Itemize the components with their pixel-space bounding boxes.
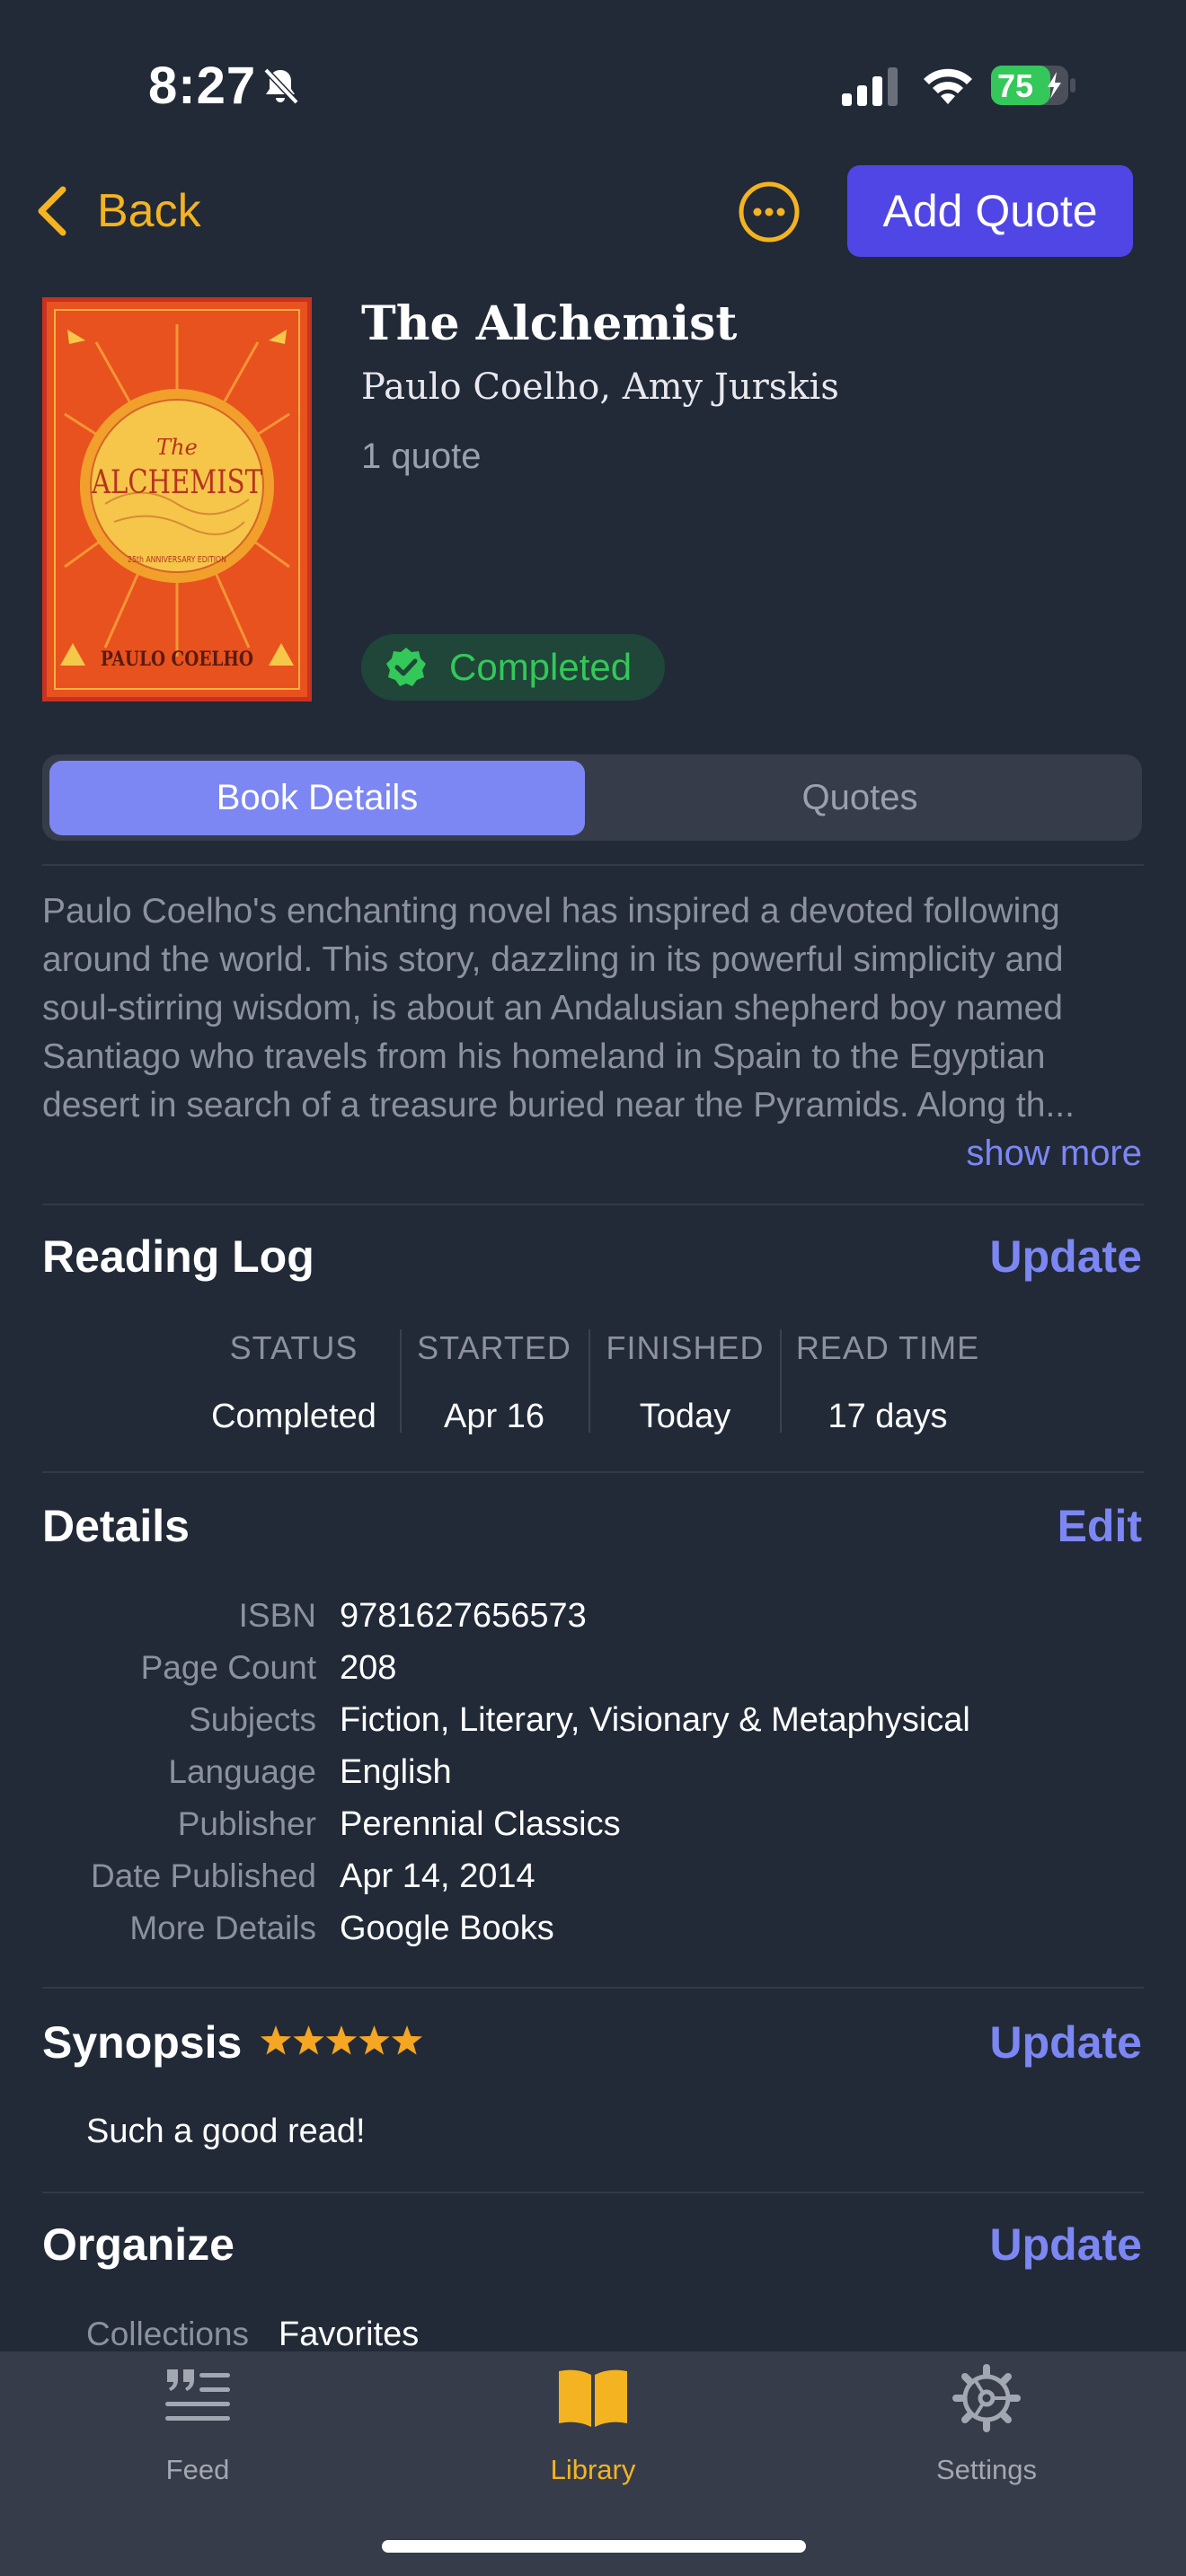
log-status-value: Completed xyxy=(211,1398,376,1435)
bell-slash-icon xyxy=(263,67,299,105)
wifi-icon xyxy=(924,68,972,104)
star-icon xyxy=(391,2025,423,2055)
details-edit-button[interactable]: Edit xyxy=(1058,1500,1142,1552)
divider xyxy=(42,1471,1144,1473)
tab-library-label: Library xyxy=(550,2454,636,2485)
cover-edition: 25th ANNIVERSARY EDITION xyxy=(128,555,226,565)
details-title: Details xyxy=(42,1501,190,1551)
detail-label-isbn: ISBN xyxy=(238,1597,316,1634)
log-read-time-value: 17 days xyxy=(828,1398,948,1435)
divider xyxy=(42,1204,1144,1205)
log-read-time-label: READ TIME xyxy=(795,1329,980,1366)
divider xyxy=(42,2192,1144,2193)
back-button[interactable]: Back xyxy=(34,180,201,243)
rating-stars xyxy=(260,2025,423,2055)
battery-indicator: 75 xyxy=(990,63,1076,108)
quote-feed-icon xyxy=(165,2369,230,2421)
tab-settings[interactable]: Settings xyxy=(897,2362,1076,2486)
book-description: Paulo Coelho's enchanting novel has insp… xyxy=(42,892,1075,1125)
status-badge: Completed xyxy=(361,634,665,701)
detail-value-subjects: Fiction, Literary, Visionary & Metaphysi… xyxy=(340,1701,970,1739)
tab-library[interactable]: Library xyxy=(503,2362,683,2486)
google-books-link[interactable]: Google Books xyxy=(340,1910,554,1948)
cover-title-the: The xyxy=(156,435,198,460)
cellular-signal-icon xyxy=(842,67,898,106)
tab-feed-label: Feed xyxy=(165,2454,230,2485)
detail-value-publisher: Perennial Classics xyxy=(340,1805,621,1843)
quote-count: 1 quote xyxy=(361,437,482,476)
divider xyxy=(42,864,1144,866)
home-indicator xyxy=(382,2540,806,2553)
detail-value-isbn: 9781627656573 xyxy=(340,1597,587,1635)
log-started-value: Apr 16 xyxy=(444,1398,544,1435)
detail-label-language: Language xyxy=(168,1753,316,1790)
book-cover: The ALCHEMIST 25th ANNIVERSARY EDITION P… xyxy=(42,297,312,701)
tab-feed[interactable]: Feed xyxy=(108,2362,288,2486)
collections-label: Collections xyxy=(86,2316,249,2352)
column-separator xyxy=(589,1329,590,1433)
star-icon xyxy=(260,2025,292,2055)
book-icon xyxy=(559,2369,627,2427)
tab-book-details[interactable]: Book Details xyxy=(49,761,585,835)
log-started-label: STARTED xyxy=(417,1329,571,1366)
detail-label-more-details: More Details xyxy=(129,1910,316,1946)
detail-label-page-count: Page Count xyxy=(140,1649,316,1686)
synopsis-text: Such a good read! xyxy=(86,2113,366,2150)
log-finished: FINISHED Today xyxy=(593,1329,777,1437)
divider xyxy=(42,1987,1144,1989)
synopsis-update-button[interactable]: Update xyxy=(990,2016,1142,2069)
log-status-label: STATUS xyxy=(229,1329,358,1366)
tab-settings-label: Settings xyxy=(935,2454,1037,2485)
detail-label-subjects: Subjects xyxy=(189,1701,316,1738)
reading-log-update-button[interactable]: Update xyxy=(990,1231,1142,1283)
book-title: The Alchemist xyxy=(361,296,738,351)
star-icon xyxy=(293,2025,324,2055)
star-icon xyxy=(358,2025,390,2055)
log-finished-label: FINISHED xyxy=(606,1329,765,1366)
battery-percentage: 75 xyxy=(997,67,1034,104)
detail-label-date-published: Date Published xyxy=(91,1857,316,1894)
log-read-time: READ TIME 17 days xyxy=(784,1329,991,1437)
log-finished-value: Today xyxy=(639,1398,731,1435)
add-quote-button[interactable]: Add Quote xyxy=(847,165,1133,257)
detail-value-date-published: Apr 14, 2014 xyxy=(340,1857,535,1895)
star-icon xyxy=(325,2025,358,2055)
organize-title: Organize xyxy=(42,2219,235,2270)
detail-value-page-count: 208 xyxy=(340,1649,397,1687)
status-badge-label: Completed xyxy=(449,646,633,688)
cover-author: PAULO COELHO xyxy=(101,648,253,671)
status-time: 8:27 xyxy=(148,57,257,115)
organize-update-button[interactable]: Update xyxy=(990,2219,1142,2271)
show-more-link[interactable]: show more xyxy=(966,1134,1142,1174)
log-started: STARTED Apr 16 xyxy=(404,1329,584,1437)
log-status: STATUS Completed xyxy=(199,1329,388,1437)
detail-label-publisher: Publisher xyxy=(177,1805,316,1842)
tab-quotes[interactable]: Quotes xyxy=(585,761,1135,835)
collections-value: Favorites xyxy=(279,2316,420,2353)
chevron-left-icon xyxy=(38,186,66,236)
gear-icon xyxy=(952,2364,1021,2432)
book-authors: Paulo Coelho, Amy Jurskis xyxy=(361,366,839,408)
column-separator xyxy=(780,1329,782,1433)
synopsis-title: Synopsis xyxy=(42,2017,243,2068)
reading-log-title: Reading Log xyxy=(42,1231,314,1282)
more-options-icon[interactable] xyxy=(737,180,801,244)
detail-value-language: English xyxy=(340,1753,452,1791)
column-separator xyxy=(400,1329,402,1433)
verified-check-icon xyxy=(386,648,426,686)
back-label: Back xyxy=(97,185,201,237)
cover-title-alchemist: ALCHEMIST xyxy=(91,464,262,501)
